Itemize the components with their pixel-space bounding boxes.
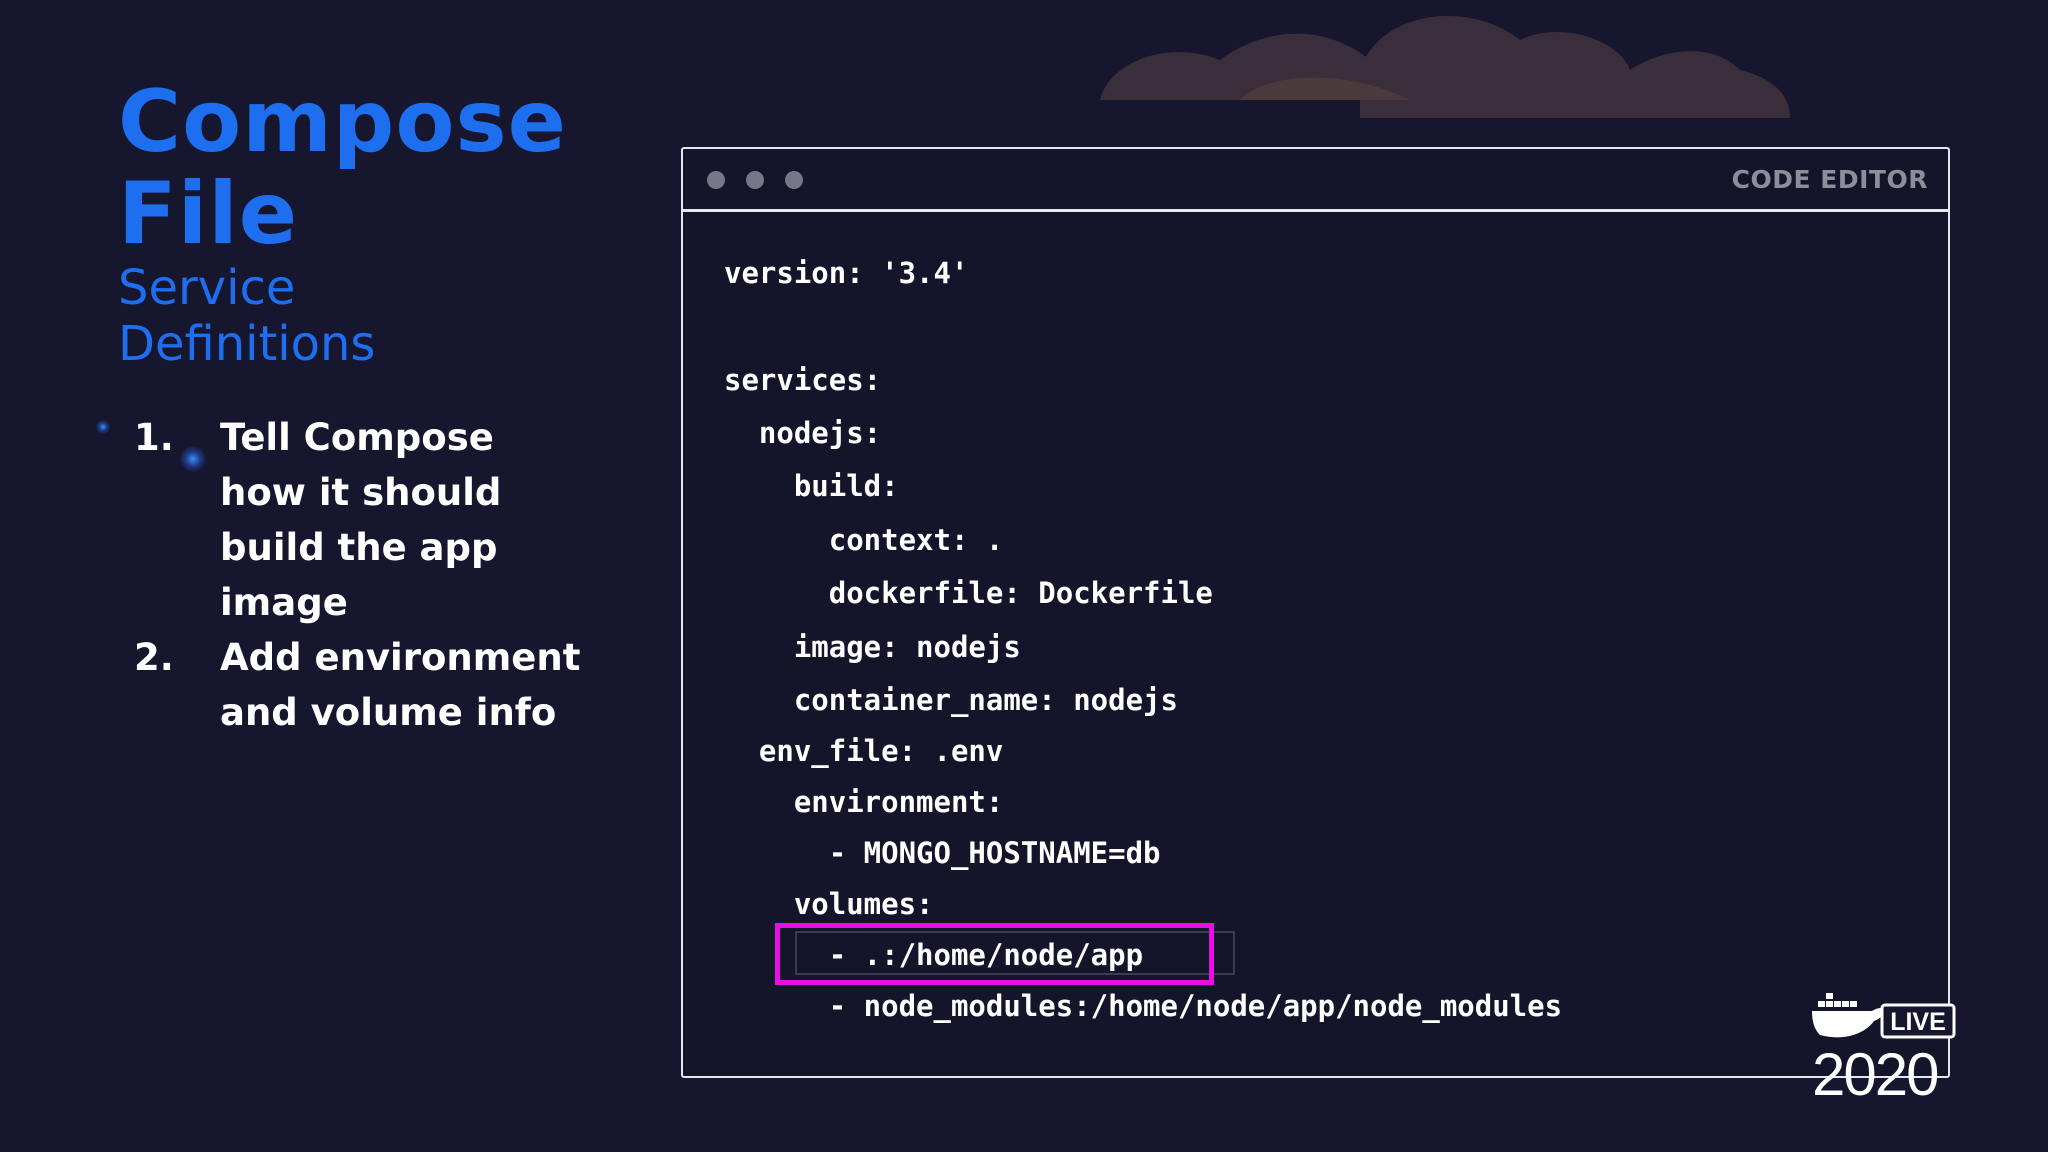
window-dot-icon	[707, 171, 725, 189]
code-line: - node_modules:/home/node/app/node_modul…	[724, 989, 1563, 1023]
editor-label: CODE EDITOR	[1731, 165, 1928, 194]
list-number: 2.	[134, 636, 174, 679]
list-line: how it should	[220, 471, 502, 514]
title-line-2: File	[118, 164, 299, 264]
logo-year-text: 2020	[1812, 1041, 1938, 1100]
list-item: 1. Tell Compose how it should build the …	[134, 410, 594, 630]
list-line: build the app	[220, 526, 498, 569]
slide-title: Compose File	[118, 76, 567, 260]
window-dot-icon	[785, 171, 803, 189]
numbered-list: 1. Tell Compose how it should build the …	[134, 410, 594, 740]
code-line: container_name: nodejs	[724, 683, 1178, 717]
list-line: and volume info	[220, 691, 557, 734]
live-badge-text: LIVE	[1890, 1008, 1946, 1036]
code-line: - .:/home/node/app	[724, 938, 1144, 972]
editor-title-bar: CODE EDITOR	[683, 149, 1948, 212]
list-line: image	[220, 581, 348, 624]
subtitle-line-1: Service	[118, 260, 296, 316]
code-line: image: nodejs	[724, 630, 1021, 664]
glow-dot-small	[96, 420, 110, 434]
code-line: dockerfile: Dockerfile	[724, 576, 1213, 610]
code-line: volumes:	[724, 887, 934, 921]
subtitle-line-2: Definitions	[118, 316, 376, 372]
code-line: env_file: .env	[724, 734, 1004, 768]
code-line: version: '3.4'	[724, 256, 969, 290]
code-line: context: .	[724, 523, 1004, 557]
code-line: build:	[724, 469, 899, 503]
list-text: Add environment and volume info	[220, 630, 594, 740]
code-line: nodejs:	[724, 416, 882, 450]
code-line: environment:	[724, 785, 1004, 819]
clouds-decoration	[1100, 15, 1790, 118]
slide: Compose File Service Definitions 1. Tell…	[0, 0, 2048, 1152]
dockercon-live-2020-logo: LIVE 2020	[1812, 993, 1956, 1100]
code-line: - MONGO_HOSTNAME=db	[724, 836, 1161, 870]
list-number: 1.	[134, 416, 174, 459]
list-text: Tell Compose how it should build the app…	[220, 410, 594, 630]
list-line: Tell Compose	[220, 416, 494, 459]
window-dot-icon	[746, 171, 764, 189]
list-item: 2. Add environment and volume info	[134, 630, 594, 740]
list-line: Add environment	[220, 636, 581, 679]
slide-subtitle: Service Definitions	[118, 260, 375, 372]
docker-whale-icon	[1812, 993, 1888, 1038]
code-line: services:	[724, 363, 882, 397]
title-line-1: Compose	[118, 72, 567, 172]
